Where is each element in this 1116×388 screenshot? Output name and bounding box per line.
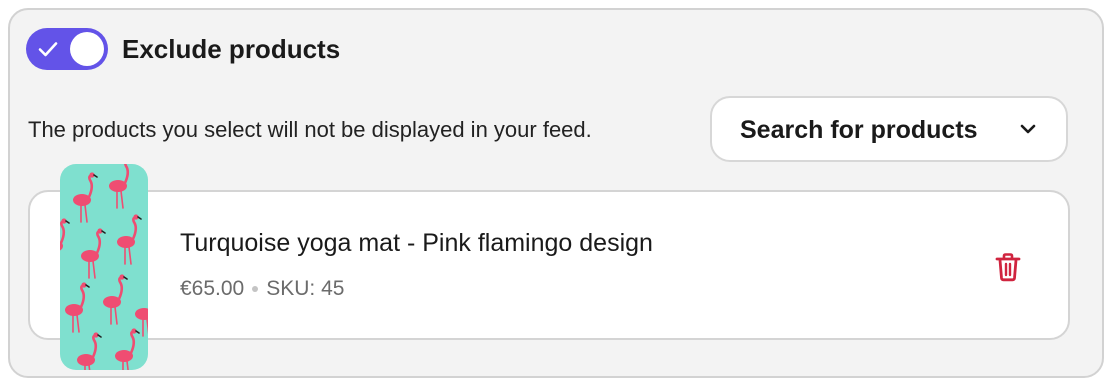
product-thumbnail — [60, 164, 148, 370]
separator-dot — [252, 286, 259, 292]
flamingo-pattern-image — [60, 164, 148, 370]
product-price: €65.00 — [180, 277, 245, 300]
check-icon — [38, 42, 58, 57]
product-meta: €65.00 SKU: 45 — [180, 274, 344, 304]
trash-icon[interactable] — [994, 252, 1022, 282]
product-row — [28, 190, 1070, 340]
section-description: The products you select will not be disp… — [28, 117, 592, 142]
chevron-down-icon — [1020, 124, 1036, 134]
search-products-button[interactable]: Search for products — [710, 96, 1068, 162]
section-title: Exclude products — [122, 34, 341, 64]
product-sku: SKU: 45 — [266, 277, 345, 300]
product-name: Turquoise yoga mat - Pink flamingo desig… — [180, 229, 653, 257]
exclude-products-toggle[interactable] — [26, 28, 108, 70]
search-products-label: Search for products — [740, 116, 978, 144]
toggle-knob — [70, 32, 104, 66]
